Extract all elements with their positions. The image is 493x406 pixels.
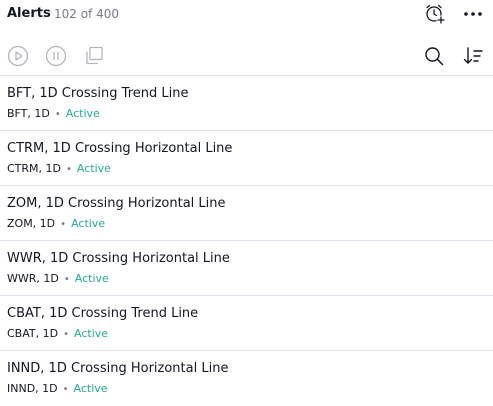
alerts-toolbar <box>0 40 493 72</box>
search-button[interactable] <box>422 44 446 68</box>
alert-row[interactable]: BFT, 1D Crossing Trend Line BFT, 1D • Acti… <box>0 76 493 131</box>
alert-subtitle: CBAT, 1D • Active <box>7 327 108 340</box>
separator-dot-icon: • <box>54 109 61 120</box>
alert-title: CBAT, 1D Crossing Trend Line <box>7 306 199 321</box>
alert-row[interactable]: WWR, 1D Crossing Horizontal Line WWR, 1D… <box>0 241 493 296</box>
alert-subtitle: ZOM, 1D • Active <box>7 217 105 230</box>
clone-button[interactable] <box>82 44 106 68</box>
status-badge: Active <box>73 382 108 395</box>
separator-dot-icon: • <box>62 384 69 395</box>
alert-subtitle: INND, 1D • Active <box>7 382 108 395</box>
pause-all-button[interactable] <box>44 44 68 68</box>
alert-title: CTRM, 1D Crossing Horizontal Line <box>7 141 233 156</box>
alert-title: INND, 1D Crossing Horizontal Line <box>7 361 229 376</box>
alert-symbol: WWR, 1D <box>7 272 59 285</box>
alert-row[interactable]: ZOM, 1D Crossing Horizontal Line ZOM, 1D… <box>0 186 493 241</box>
alert-subtitle: CTRM, 1D • Active <box>7 162 111 175</box>
alert-title: BFT, 1D Crossing Trend Line <box>7 86 189 101</box>
alerts-header: Alerts 102 of 400 <box>0 0 493 32</box>
separator-dot-icon: • <box>66 164 72 175</box>
status-badge: Active <box>65 107 100 120</box>
page-title: Alerts <box>7 6 51 21</box>
alert-subtitle: BFT, 1D • Active <box>7 107 100 120</box>
alert-symbol: CTRM, 1D <box>7 162 61 175</box>
alert-symbol: INND, 1D <box>7 382 58 395</box>
pause-icon <box>45 45 67 67</box>
status-badge: Active <box>76 162 111 175</box>
separator-dot-icon: • <box>63 274 70 285</box>
alert-title: WWR, 1D Crossing Horizontal Line <box>7 251 230 266</box>
alert-symbol: ZOM, 1D <box>7 217 56 230</box>
sort-button[interactable] <box>461 44 485 68</box>
alert-row[interactable]: INND, 1D Crossing Horizontal Line INND, … <box>0 351 493 406</box>
separator-dot-icon: • <box>63 329 69 340</box>
copy-icon <box>86 46 103 65</box>
alert-count: 102 of 400 <box>54 7 120 21</box>
status-badge: Active <box>74 327 109 340</box>
more-icon <box>464 12 482 16</box>
alert-symbol: CBAT, 1D <box>7 327 59 340</box>
alert-subtitle: WWR, 1D • Active <box>7 272 109 285</box>
alert-symbol: BFT, 1D <box>7 107 50 120</box>
alerts-list: BFT, 1D Crossing Trend Line BFT, 1D • Acti… <box>0 76 493 406</box>
alert-row[interactable]: CTRM, 1D Crossing Horizontal Line CTRM, … <box>0 131 493 186</box>
sort-icon <box>463 47 483 64</box>
status-badge: Active <box>71 217 106 230</box>
add-alarm-button[interactable] <box>424 3 446 25</box>
play-icon <box>7 45 29 67</box>
more-options-button[interactable] <box>462 4 484 24</box>
status-badge: Active <box>74 272 109 285</box>
add-alarm-icon <box>426 4 446 25</box>
alert-row[interactable]: CBAT, 1D Crossing Trend Line CBAT, 1D • Ac… <box>0 296 493 351</box>
resume-all-button[interactable] <box>6 44 30 68</box>
separator-dot-icon: • <box>60 219 67 230</box>
alert-title: ZOM, 1D Crossing Horizontal Line <box>7 196 226 211</box>
search-icon <box>425 47 444 66</box>
